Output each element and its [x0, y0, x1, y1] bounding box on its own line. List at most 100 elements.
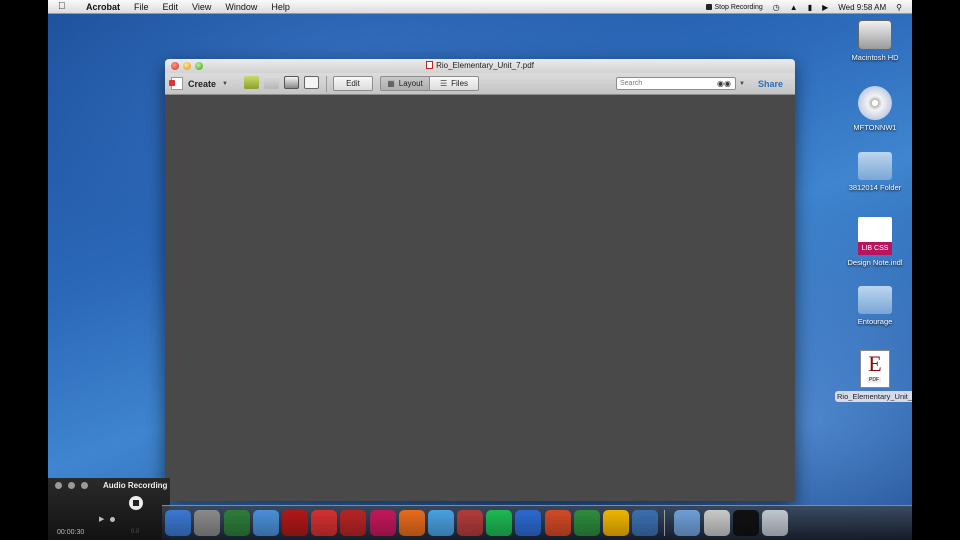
spotlight-icon[interactable]: ⚲: [896, 3, 902, 12]
excel-icon[interactable]: [573, 510, 600, 536]
dock-separator: [664, 510, 666, 536]
acrobat-pro-icon[interactable]: [340, 510, 367, 536]
grid-icon: ▦: [387, 79, 395, 88]
chevron-down-icon: ▼: [222, 80, 228, 87]
trash-icon[interactable]: [761, 510, 788, 536]
documents-icon[interactable]: [703, 510, 730, 536]
menu-view[interactable]: View: [192, 0, 211, 14]
outlook-icon[interactable]: [603, 510, 629, 536]
minimize-window-button[interactable]: [183, 62, 191, 70]
files-label: Files: [451, 79, 469, 88]
recording-size: 0.0: [131, 529, 140, 535]
acrobat-icon[interactable]: [311, 510, 338, 536]
powerpoint-icon[interactable]: [544, 510, 571, 536]
system-preferences-icon[interactable]: [194, 510, 221, 536]
audio-recording-title: Audio Recording: [103, 481, 168, 490]
menu-help[interactable]: Help: [271, 0, 290, 14]
zoom-window-button[interactable]: [195, 62, 203, 70]
layout-label: Layout: [398, 79, 423, 88]
word-icon[interactable]: [515, 510, 542, 536]
terminal-icon[interactable]: [732, 510, 759, 536]
search-input[interactable]: Search ◉◉: [616, 77, 736, 90]
binoculars-icon[interactable]: ◉◉: [717, 79, 731, 88]
folder-icon: [858, 286, 892, 314]
search-options-chevron-icon[interactable]: ▼: [739, 76, 745, 91]
layout-button[interactable]: ▦ Layout: [380, 76, 430, 91]
stop-recording-button[interactable]: Stop Recording: [705, 4, 763, 11]
folder-icon: [858, 152, 892, 180]
print-icon[interactable]: [284, 76, 299, 89]
menu-bar:  Acrobat File Edit View Window Help Sto…: [48, 0, 912, 14]
close-icon[interactable]: [55, 482, 62, 489]
desktop:  Acrobat File Edit View Window Help Sto…: [48, 0, 912, 540]
create-button[interactable]: Create ▼: [169, 76, 228, 91]
menu-file[interactable]: File: [134, 0, 149, 14]
volume-slider[interactable]: [110, 517, 115, 522]
menu-edit[interactable]: Edit: [163, 0, 179, 14]
close-window-button[interactable]: [171, 62, 179, 70]
zoom-icon[interactable]: [81, 482, 88, 489]
dvd-icon: [858, 86, 892, 120]
desktop-icon-label: Design Note.indl: [847, 258, 903, 267]
hard-drive-icon: [858, 20, 892, 50]
share-button[interactable]: Share: [758, 76, 783, 91]
desktop-icon-entourage[interactable]: Entourage: [838, 286, 912, 326]
create-icon: [169, 77, 183, 90]
create-label: Create: [188, 78, 217, 89]
edit-button[interactable]: Edit: [333, 76, 373, 91]
indesign-icon[interactable]: [369, 510, 396, 536]
volume-icon[interactable]: ▶: [822, 3, 828, 12]
save-icon[interactable]: [264, 76, 279, 89]
list-icon: ☰: [439, 79, 448, 88]
pdf-letter: E: [868, 351, 882, 376]
quicktime-icon[interactable]: [632, 510, 659, 536]
ichat-icon[interactable]: [427, 510, 454, 536]
files-button[interactable]: ☰ Files: [429, 76, 479, 91]
desktop-icon-label: Entourage: [857, 317, 893, 326]
dock: [162, 505, 912, 540]
edit-label: Edit: [346, 79, 360, 88]
document-area[interactable]: [165, 95, 795, 501]
stop-icon: [133, 500, 139, 506]
email-icon[interactable]: [304, 76, 319, 89]
menu-app-name[interactable]: Acrobat: [86, 2, 120, 12]
itunes-icon[interactable]: [252, 510, 279, 536]
desktop-icon-label: Rio_Elementary_Unit_7.pdf: [835, 391, 912, 402]
wifi-icon[interactable]: ▲: [790, 3, 798, 12]
menu-window[interactable]: Window: [225, 0, 257, 14]
minimize-icon[interactable]: [68, 482, 75, 489]
dreamweaver-icon[interactable]: [223, 510, 250, 536]
dictionary-icon[interactable]: [457, 510, 484, 536]
desktop-icon-label: Macintosh HD: [851, 53, 899, 62]
audio-recording-widget: Audio Recording ▶ 00:00:30 0.0: [48, 478, 170, 540]
apple-icon[interactable]: : [58, 1, 72, 12]
lib-badge: LIB CSS: [858, 242, 892, 255]
stop-icon: [705, 4, 712, 10]
desktop-icon-macintosh-hd[interactable]: Macintosh HD: [838, 20, 912, 62]
volume-icon: ▶: [99, 516, 105, 523]
acrobat-window: Rio_Elementary_Unit_7.pdf Create ▼ Edit …: [165, 59, 795, 501]
search-placeholder: Search: [620, 80, 643, 87]
battery-icon[interactable]: ▮: [808, 3, 812, 12]
desktop-icon-rio-pdf[interactable]: E PDF Rio_Elementary_Unit_7.pdf: [835, 350, 912, 402]
desktop-icon-design-note[interactable]: LIB CSS Design Note.indl: [838, 217, 912, 267]
toolbar: Create ▼ Edit ▦ Layout ☰ Files Search ◉◉: [165, 73, 795, 95]
window-titlebar[interactable]: Rio_Elementary_Unit_7.pdf: [165, 59, 795, 73]
finder-icon[interactable]: [165, 510, 192, 536]
pdf-document-icon: [426, 61, 434, 69]
desktop-icon-dvd[interactable]: MFTONNW1: [838, 86, 912, 132]
time-machine-icon[interactable]: ◷: [773, 3, 780, 12]
flash-icon[interactable]: [281, 510, 308, 536]
stop-record-button[interactable]: [129, 496, 143, 510]
applications-folder-icon[interactable]: [674, 510, 701, 536]
desktop-icon-label: MFTONNW1: [853, 123, 897, 132]
desktop-icon-label: 3812014 Folder: [848, 183, 902, 192]
clock[interactable]: Wed 9:58 AM: [838, 3, 886, 12]
desktop-icon-folder-3812014[interactable]: 3812014 Folder: [838, 152, 912, 192]
firefox-icon[interactable]: [398, 510, 425, 536]
spotify-icon[interactable]: [486, 510, 513, 536]
window-title: Rio_Elementary_Unit_7.pdf: [436, 61, 534, 70]
pdf-badge: PDF: [867, 377, 881, 383]
open-folder-icon[interactable]: [244, 76, 259, 89]
indesign-library-icon: LIB CSS: [858, 217, 892, 255]
